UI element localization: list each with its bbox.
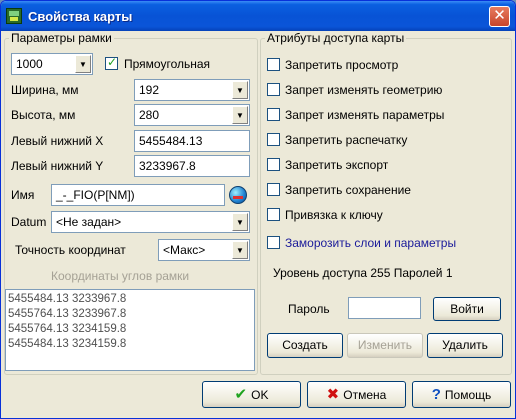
create-button[interactable]: Создать [267,333,343,358]
deny-print-label: Запретить распечатку [285,133,408,147]
precision-select[interactable]: <Макс> ▼ [158,239,250,261]
question-icon: ? [431,386,441,403]
titlebar: Свойства карты ✕ [1,1,515,31]
datum-select[interactable]: <Не задан> ▼ [51,211,250,233]
list-item: 5455484.13 3233967.8 [8,293,127,305]
left-bottom-x-label: Левый нижний X [11,134,104,148]
map-properties-dialog: Свойства карты ✕ Параметры рамки 1000 ▼ … [0,0,516,419]
cross-icon: ✖ [326,386,340,403]
deny-print-checkbox[interactable] [267,133,280,146]
width-label: Ширина, мм [11,83,79,97]
chevron-down-icon[interactable]: ▼ [232,81,248,99]
datum-value: <Не задан> [56,215,122,229]
close-icon: ✕ [493,7,506,24]
width-value: 192 [139,83,160,97]
help-button[interactable]: ? Помощь [412,381,511,408]
frame-params-legend: Параметры рамки [11,31,112,45]
deny-geometry-checkbox[interactable] [267,83,280,96]
datum-label: Datum [11,215,47,229]
access-level-text: Уровень доступа 255 Паролей 1 [273,266,453,280]
chevron-down-icon[interactable]: ▼ [232,213,248,231]
height-select[interactable]: 280 ▼ [134,104,250,126]
deny-save-label: Запретить сохранение [285,183,411,197]
width-select[interactable]: 192 ▼ [134,79,250,101]
checkmark-icon: ✔ [234,386,248,403]
list-item: 5455764.13 3234159.8 [8,323,127,335]
bind-key-checkbox[interactable] [267,208,280,221]
cancel-label: Отмена [343,388,387,402]
deny-export-label: Запретить экспорт [285,158,389,172]
list-item: 5455764.13 3233967.8 [8,308,127,320]
change-button[interactable]: Изменить [347,333,423,358]
left-bottom-y-label: Левый нижний Y [11,159,104,173]
window-title: Свойства карты [28,9,133,24]
deny-view-label: Запретить просмотр [285,58,399,72]
deny-params-checkbox[interactable] [267,108,280,121]
scale-select[interactable]: 1000 ▼ [11,53,93,75]
name-label: Имя [11,188,35,202]
globe-icon[interactable] [229,186,247,204]
chevron-down-icon[interactable]: ▼ [232,106,248,124]
left-bottom-y-input[interactable]: 3233967.8 [134,155,250,177]
height-label: Высота, мм [11,108,76,122]
ok-label: OK [251,388,269,402]
delete-button[interactable]: Удалить [427,333,503,358]
login-button[interactable]: Войти [433,297,501,321]
corners-list[interactable]: 5455484.13 3233967.8 5455764.13 3233967.… [5,289,255,371]
freeze-layers-checkbox[interactable] [267,236,280,249]
height-value: 280 [139,108,160,122]
password-label: Пароль [288,302,330,316]
freeze-layers-label: Заморозить слои и параметры [285,236,457,250]
help-label: Помощь [444,388,492,402]
chevron-down-icon[interactable]: ▼ [232,241,248,259]
password-input[interactable] [348,297,421,319]
bind-key-label: Привязка к ключу [285,208,383,222]
scale-value: 1000 [16,57,43,71]
ok-button[interactable]: ✔ OK [202,381,301,408]
close-button[interactable]: ✕ [489,6,510,27]
deny-view-checkbox[interactable] [267,58,280,71]
precision-value: <Макс> [163,243,206,257]
rectangular-label: Прямоугольная [124,57,211,71]
deny-geometry-label: Запрет изменять геометрию [285,83,443,97]
map-app-icon [6,8,22,24]
cancel-button[interactable]: ✖ Отмена [307,381,406,408]
access-legend: Атрибуты доступа карты [267,31,405,45]
list-item: 5455484.13 3234159.8 [8,338,127,350]
deny-export-checkbox[interactable] [267,158,280,171]
name-input[interactable]: _-_FIO(P[NM]) [51,184,225,206]
left-bottom-x-input[interactable]: 5455484.13 [134,130,250,152]
chevron-down-icon[interactable]: ▼ [75,55,91,73]
corners-title: Координаты углов рамки [51,269,190,283]
precision-label: Точность координат [15,243,126,257]
deny-save-checkbox[interactable] [267,183,280,196]
rectangular-checkbox[interactable] [105,55,118,70]
deny-params-label: Запрет изменять параметры [285,108,445,122]
